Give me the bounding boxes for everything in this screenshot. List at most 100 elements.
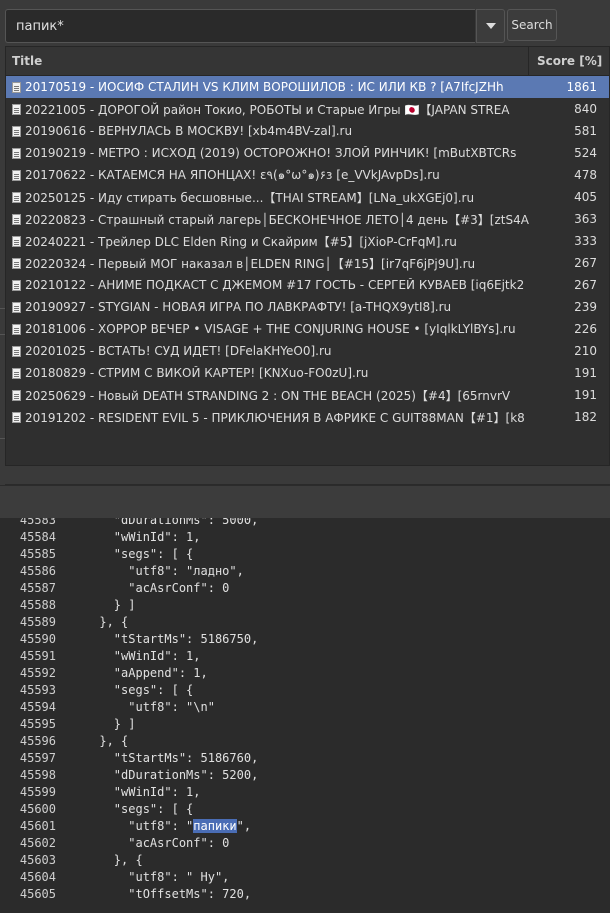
line-number: 45604 xyxy=(19,870,56,884)
document-icon xyxy=(12,301,21,313)
document-icon xyxy=(12,323,21,335)
code-text: "utf8": "ладно", xyxy=(70,564,244,578)
result-score: 210 xyxy=(574,344,597,358)
document-icon xyxy=(12,103,21,115)
document-viewer[interactable]: 45583 "dDurationMs": 5000, 45584 "wWinId"… xyxy=(0,518,610,913)
result-row[interactable]: 20220324 - Первый МОГ наказал в│ELDEN RI… xyxy=(6,252,609,274)
line-number: 45588 xyxy=(19,598,56,612)
result-title: 20221005 - ДОРОГОЙ район Токио, РОБОТЫ и… xyxy=(25,102,510,117)
result-title: 20240221 - Трейлер DLC Elden Ring и Скай… xyxy=(25,234,457,249)
document-icon xyxy=(12,81,21,93)
line-number: 45596 xyxy=(19,734,56,748)
result-row[interactable]: 20180829 - СТРИМ С ВИКОЙ КАРТЕР! [KNXuo-… xyxy=(6,362,609,384)
result-row[interactable]: 20210122 - АНИМЕ ПОДКАСТ С ДЖЕМОМ #17 ГО… xyxy=(6,274,609,296)
code-text: "acAsrConf": 0 xyxy=(70,581,230,595)
chevron-down-icon xyxy=(485,23,496,29)
result-row[interactable]: 20250629 - Новый DEATH STRANDING 2 : ON … xyxy=(6,384,609,406)
code-line: 45587 "acAsrConf": 0 xyxy=(0,580,610,597)
code-line: 45601 "utf8": "папики", xyxy=(0,818,610,835)
code-line: 45586 "utf8": "ладно", xyxy=(0,563,610,580)
search-button[interactable]: Search xyxy=(507,9,557,41)
document-icon xyxy=(12,235,21,247)
result-row[interactable]: 20170622 - КАТАЕМСЯ НА ЯПОНЦАХ! ε٩(๑°ω°๑… xyxy=(6,164,609,186)
code-line: 45599 "wWinId": 1, xyxy=(0,784,610,801)
line-number: 45594 xyxy=(19,700,56,714)
document-icon xyxy=(12,191,21,203)
result-score: 226 xyxy=(574,322,597,336)
result-row[interactable]: 20250125 - Иду стирать бесшовные...【THAI… xyxy=(6,186,609,208)
result-row[interactable]: 20220823 - Страшный старый лагерь│БЕСКОН… xyxy=(6,208,609,230)
result-row[interactable]: 20190219 - МЕТРО : ИСХОД (2019) ОСТОРОЖН… xyxy=(6,142,609,164)
code-lines: 45583 "dDurationMs": 5000, 45584 "wWinId"… xyxy=(0,518,610,903)
result-title: 20190616 - ВЕРНУЛАСЬ В МОСКВУ! [xb4m4BV-… xyxy=(25,124,353,138)
result-row[interactable]: 20181006 - ХОРРОР ВЕЧЕР • VISAGE + THE C… xyxy=(6,318,609,340)
line-number: 45587 xyxy=(19,581,56,595)
results-table: Title Score [%] 20170519 - ИОСИФ СТАЛИН … xyxy=(5,46,610,466)
line-number: 45595 xyxy=(19,717,56,731)
code-line: 45583 "dDurationMs": 5000, xyxy=(0,518,610,529)
code-line: 45589 }, { xyxy=(0,614,610,631)
code-line: 45585 "segs": [ { xyxy=(0,546,610,563)
line-number: 45598 xyxy=(19,768,56,782)
document-icon xyxy=(12,257,21,269)
code-text: "segs": [ { xyxy=(70,802,194,816)
result-title: 20191202 - RESIDENT EVIL 5 - ПРИКЛЮЧЕНИЯ… xyxy=(25,410,525,425)
line-number: 45590 xyxy=(19,632,56,646)
result-row[interactable]: 20170519 - ИОСИФ СТАЛИН VS КЛИМ ВОРОШИЛО… xyxy=(6,76,609,98)
column-header-score[interactable]: Score [%] xyxy=(528,47,609,75)
search-bar: Search xyxy=(0,0,610,46)
line-number: 45599 xyxy=(19,785,56,799)
search-match-highlight: папики xyxy=(193,819,237,833)
code-text: "wWinId": 1, xyxy=(70,530,201,544)
result-row[interactable]: 20191202 - RESIDENT EVIL 5 - ПРИКЛЮЧЕНИЯ… xyxy=(6,406,609,428)
code-text: "utf8": " Ну", xyxy=(70,870,230,884)
result-row[interactable]: 20201025 - ВСТАТЬ! СУД ИДЕТ! [DFelaKHYeO… xyxy=(6,340,609,362)
result-score: 405 xyxy=(574,190,597,204)
result-title: 20190927 - STYGIAN - НОВАЯ ИГРА ПО ЛАВКР… xyxy=(25,300,452,314)
code-line: 45596 }, { xyxy=(0,733,610,750)
result-row[interactable]: 20221005 - ДОРОГОЙ район Токио, РОБОТЫ и… xyxy=(6,98,609,120)
code-text: "tStartMs": 5186750, xyxy=(70,632,259,646)
line-number: 45605 xyxy=(19,887,56,901)
document-icon xyxy=(12,213,21,225)
results-header: Title Score [%] xyxy=(6,47,609,76)
document-icon xyxy=(12,367,21,379)
search-input[interactable] xyxy=(5,9,475,43)
line-number: 45589 xyxy=(19,615,56,629)
result-score: 267 xyxy=(574,256,597,270)
line-number: 45600 xyxy=(19,802,56,816)
result-title: 20220823 - Страшный старый лагерь│БЕСКОН… xyxy=(25,212,529,227)
result-score: 581 xyxy=(574,124,597,138)
column-header-title[interactable]: Title xyxy=(6,54,528,68)
code-text: "tStartMs": 5186760, xyxy=(70,751,259,765)
result-score: 191 xyxy=(574,366,597,380)
code-line: 45593 "segs": [ { xyxy=(0,682,610,699)
line-number: 45585 xyxy=(19,547,56,561)
result-row[interactable]: 20190927 - STYGIAN - НОВАЯ ИГРА ПО ЛАВКР… xyxy=(6,296,609,318)
panel-splitter[interactable] xyxy=(0,485,610,519)
line-number: 45586 xyxy=(19,564,56,578)
line-number: 45602 xyxy=(19,836,56,850)
line-number: 45597 xyxy=(19,751,56,765)
code-text: } ] xyxy=(70,598,136,612)
result-title: 20190219 - МЕТРО : ИСХОД (2019) ОСТОРОЖН… xyxy=(25,146,517,160)
result-title: 20250125 - Иду стирать бесшовные...【THAI… xyxy=(25,190,475,205)
code-line: 45600 "segs": [ { xyxy=(0,801,610,818)
search-history-dropdown-button[interactable] xyxy=(476,9,505,43)
code-line: 45603 }, { xyxy=(0,852,610,869)
result-title: 20181006 - ХОРРОР ВЕЧЕР • VISAGE + THE C… xyxy=(25,322,516,336)
result-score: 267 xyxy=(574,278,597,292)
code-line: 45591 "wWinId": 1, xyxy=(0,648,610,665)
line-number: 45601 xyxy=(19,819,56,833)
result-title: 20220324 - Первый МОГ наказал в│ELDEN RI… xyxy=(25,256,476,271)
code-text: "aAppend": 1, xyxy=(70,666,208,680)
result-title: 20210122 - АНИМЕ ПОДКАСТ С ДЖЕМОМ #17 ГО… xyxy=(25,278,525,292)
line-number: 45593 xyxy=(19,683,56,697)
result-score: 191 xyxy=(574,388,597,402)
result-score: 478 xyxy=(574,168,597,182)
result-row[interactable]: 20240221 - Трейлер DLC Elden Ring и Скай… xyxy=(6,230,609,252)
result-row[interactable]: 20190616 - ВЕРНУЛАСЬ В МОСКВУ! [xb4m4BV-… xyxy=(6,120,609,142)
document-icon xyxy=(12,389,21,401)
code-line: 45588 } ] xyxy=(0,597,610,614)
code-line: 45602 "acAsrConf": 0 xyxy=(0,835,610,852)
